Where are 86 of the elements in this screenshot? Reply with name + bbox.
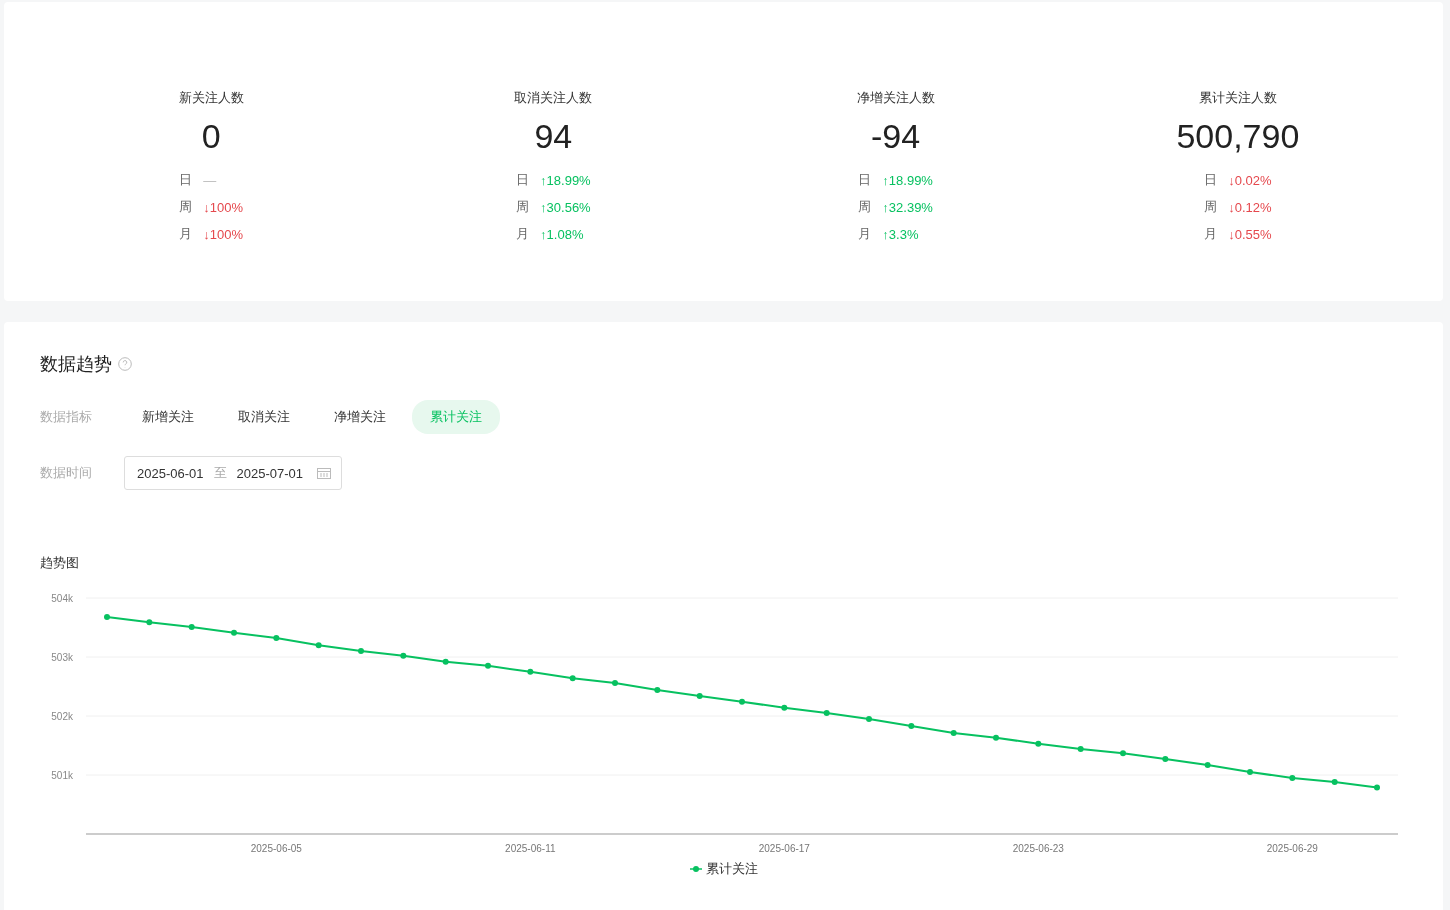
y-axis-label: 502k (51, 711, 73, 722)
data-point (273, 635, 280, 642)
data-point (1162, 756, 1169, 763)
y-axis-label: 503k (51, 652, 73, 663)
x-axis-label: 2025-06-17 (758, 843, 810, 854)
data-point (400, 652, 407, 659)
data-point (104, 613, 110, 620)
form-label: 数据时间 (40, 464, 93, 482)
data-point (569, 675, 576, 682)
data-point (696, 692, 703, 699)
data-point (866, 715, 872, 722)
y-axis-label: 504k (51, 593, 73, 604)
change-value: ↑18.99% (540, 172, 591, 188)
data-point (1077, 746, 1084, 753)
data-point (908, 723, 915, 730)
period-label: 周 (1204, 198, 1219, 216)
data-point (1247, 769, 1253, 776)
period-label: 月 (516, 225, 531, 243)
data-point (485, 662, 491, 669)
period-label: 日 (179, 171, 194, 189)
data-point (823, 710, 830, 717)
data-point (231, 629, 237, 636)
data-point (1204, 761, 1211, 768)
period-label: 周 (179, 198, 194, 216)
period-label: 日 (1204, 171, 1219, 189)
data-point (146, 619, 153, 626)
data-point (358, 648, 364, 655)
data-point (950, 730, 957, 737)
stat-label: 新关注人数 (178, 89, 244, 107)
empty-dash: — (203, 172, 217, 188)
x-axis-label: 2025-06-29 (1266, 843, 1318, 854)
end-date: 2025-07-01 (236, 465, 303, 481)
data-point (1374, 784, 1380, 791)
change-value: ↓100% (203, 226, 243, 242)
period-label: 周 (516, 198, 531, 216)
data-point (781, 704, 788, 711)
metric-tab[interactable]: 新增关注 (124, 400, 212, 434)
data-point (1331, 779, 1338, 786)
data-point (739, 698, 745, 705)
stat-value: -94 (871, 117, 921, 156)
data-point (442, 658, 449, 665)
data-point (1289, 774, 1296, 781)
period-label: 月 (1204, 225, 1219, 243)
data-point (1035, 740, 1042, 747)
change-value: ↑3.3% (882, 226, 919, 242)
x-axis-label: 2025-06-11 (505, 843, 556, 854)
change-value: ↓0.12% (1228, 199, 1272, 215)
calendar-icon[interactable] (317, 467, 331, 479)
change-value: ↓0.02% (1228, 172, 1272, 188)
metric-tab[interactable]: 净增关注 (316, 400, 404, 434)
change-value: ↓100% (203, 199, 243, 215)
chart-title: 趋势图 (40, 554, 80, 572)
data-point (654, 687, 661, 694)
period-label: 月 (858, 225, 873, 243)
stat-value: 500,790 (1176, 117, 1300, 156)
data-point (527, 668, 534, 675)
help-icon[interactable] (118, 357, 132, 371)
period-label: 月 (179, 225, 194, 243)
x-axis-label: 2025-06-23 (1012, 843, 1064, 854)
stat-label: 净增关注人数 (856, 89, 935, 107)
period-label: 日 (858, 171, 873, 189)
change-value: ↑1.08% (540, 226, 584, 242)
data-point (993, 734, 999, 741)
stat-value: 0 (201, 117, 221, 156)
form-label: 数据指标 (40, 408, 93, 426)
change-value: ↑30.56% (540, 199, 591, 215)
start-date: 2025-06-01 (137, 465, 204, 481)
data-point (188, 623, 195, 630)
section-title: 数据趋势 (40, 353, 112, 376)
stat-label: 累计关注人数 (1198, 89, 1277, 107)
change-value: ↑18.99% (882, 172, 933, 188)
legend-label[interactable]: 累计关注 (705, 860, 758, 878)
period-label: 周 (858, 198, 873, 216)
period-label: 日 (516, 171, 531, 189)
data-point (315, 642, 322, 649)
x-axis-label: 2025-06-05 (250, 843, 302, 854)
data-point (612, 679, 618, 686)
stat-value: 94 (534, 117, 573, 156)
data-point (1120, 750, 1126, 757)
metric-tab[interactable]: 取消关注 (220, 400, 308, 434)
change-value: ↑32.39% (882, 199, 933, 215)
date-range-field[interactable]: 2025-06-01 至 2025-07-01 (124, 456, 342, 490)
change-value: ↓0.55% (1228, 226, 1272, 242)
stat-label: 取消关注人数 (514, 89, 593, 107)
y-axis-label: 501k (51, 770, 73, 781)
range-separator: 至 (213, 464, 227, 482)
